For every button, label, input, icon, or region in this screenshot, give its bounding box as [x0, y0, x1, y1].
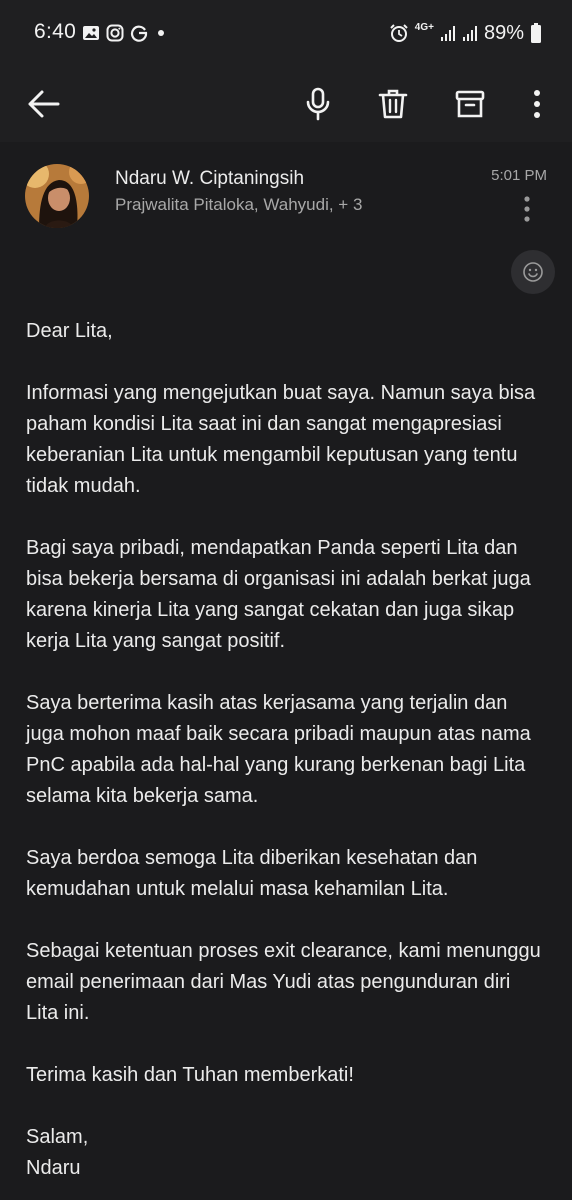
greeting: Dear Lita, — [26, 320, 113, 342]
arrow-left-icon — [28, 90, 60, 118]
paragraph-4: Saya berdoa semoga Lita diberikan keseha… — [26, 847, 478, 900]
avatar-photo — [25, 164, 89, 228]
more-options-button[interactable] — [507, 74, 567, 134]
network-type-label: 4G+ — [414, 22, 434, 33]
add-reaction-button[interactable] — [511, 250, 555, 294]
g-icon — [130, 25, 148, 42]
sender-name[interactable]: Ndaru W. Ciptaningsih — [115, 168, 304, 190]
paragraph-1: Informasi yang mengejutkan buat saya. Na… — [26, 382, 536, 497]
paragraph-2: Bagi saya pribadi, mendapatkan Panda sep… — [26, 537, 531, 652]
gallery-icon — [83, 26, 99, 40]
more-vert-icon — [524, 196, 530, 222]
avatar[interactable] — [25, 164, 89, 228]
smiley-icon — [523, 262, 543, 282]
paragraph-3: Saya berterima kasih atas kerjasama yang… — [26, 692, 531, 807]
status-time: 6:40 — [34, 20, 77, 43]
paragraph-6: Terima kasih dan Tuhan memberkati! — [26, 1064, 354, 1086]
signature: Salam, Ndaru — [26, 1126, 89, 1179]
email-body: Dear Lita, Informasi yang mengejutkan bu… — [26, 316, 550, 1184]
message-more-button[interactable] — [516, 194, 538, 224]
status-bar: 6:40 4G+ 89% — [0, 0, 572, 66]
back-button[interactable] — [14, 74, 74, 134]
recipients-summary[interactable]: Prajwalita Pitaloka, Wahyudi, + 3 — [115, 195, 362, 215]
battery-percent: 89% — [483, 21, 524, 44]
paragraph-5: Sebagai ketentuan proses exit clearance,… — [26, 940, 541, 1024]
battery-icon — [531, 23, 541, 43]
alarm-icon — [390, 24, 408, 42]
trash-icon — [378, 89, 408, 119]
email-time: 5:01 PM — [491, 167, 547, 184]
microphone-icon — [306, 87, 330, 121]
notification-icons — [82, 22, 168, 44]
archive-icon — [455, 90, 485, 118]
signal-icon-2 — [462, 26, 477, 41]
delete-button[interactable] — [363, 74, 423, 134]
system-icons: 4G+ 89% — [389, 20, 542, 46]
more-vert-icon — [534, 90, 540, 118]
signal-icon — [440, 26, 455, 41]
dot-icon — [158, 30, 164, 36]
instagram-icon — [106, 24, 124, 42]
archive-button[interactable] — [440, 74, 500, 134]
sender-header: Ndaru W. Ciptaningsih Prajwalita Pitalok… — [0, 142, 572, 252]
email-toolbar — [0, 66, 572, 142]
voice-button[interactable] — [288, 74, 348, 134]
